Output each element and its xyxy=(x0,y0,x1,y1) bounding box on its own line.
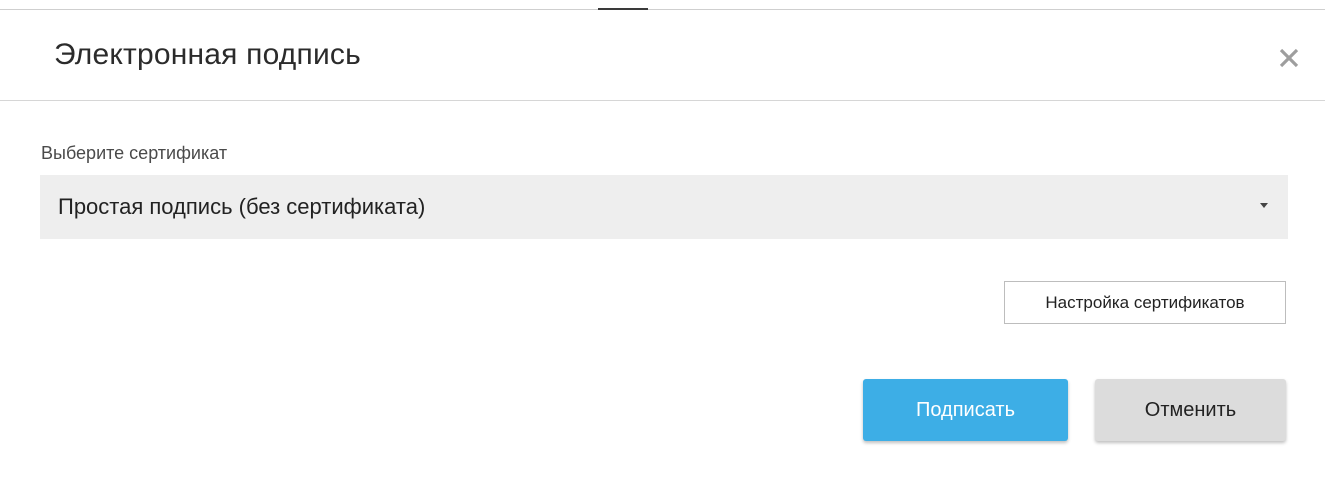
e-signature-dialog: Электронная подпись Выберите сертификат … xyxy=(0,10,1325,495)
top-divider xyxy=(0,0,1325,10)
certificate-select[interactable]: Простая подпись (без сертификата) xyxy=(40,175,1288,239)
dialog-title: Электронная подпись xyxy=(54,38,361,71)
certificate-field-label: Выберите сертификат xyxy=(41,143,228,163)
certificate-settings-button[interactable]: Настройка сертификатов xyxy=(1004,281,1286,324)
dialog-header: Электронная подпись xyxy=(0,10,1325,101)
close-button[interactable] xyxy=(1271,40,1307,76)
cancel-button[interactable]: Отменить xyxy=(1095,379,1286,441)
close-icon xyxy=(1279,48,1299,68)
sign-button[interactable]: Подписать xyxy=(863,379,1068,441)
caret-down-icon xyxy=(1260,203,1268,208)
certificate-selected-value: Простая подпись (без сертификата) xyxy=(58,194,426,219)
